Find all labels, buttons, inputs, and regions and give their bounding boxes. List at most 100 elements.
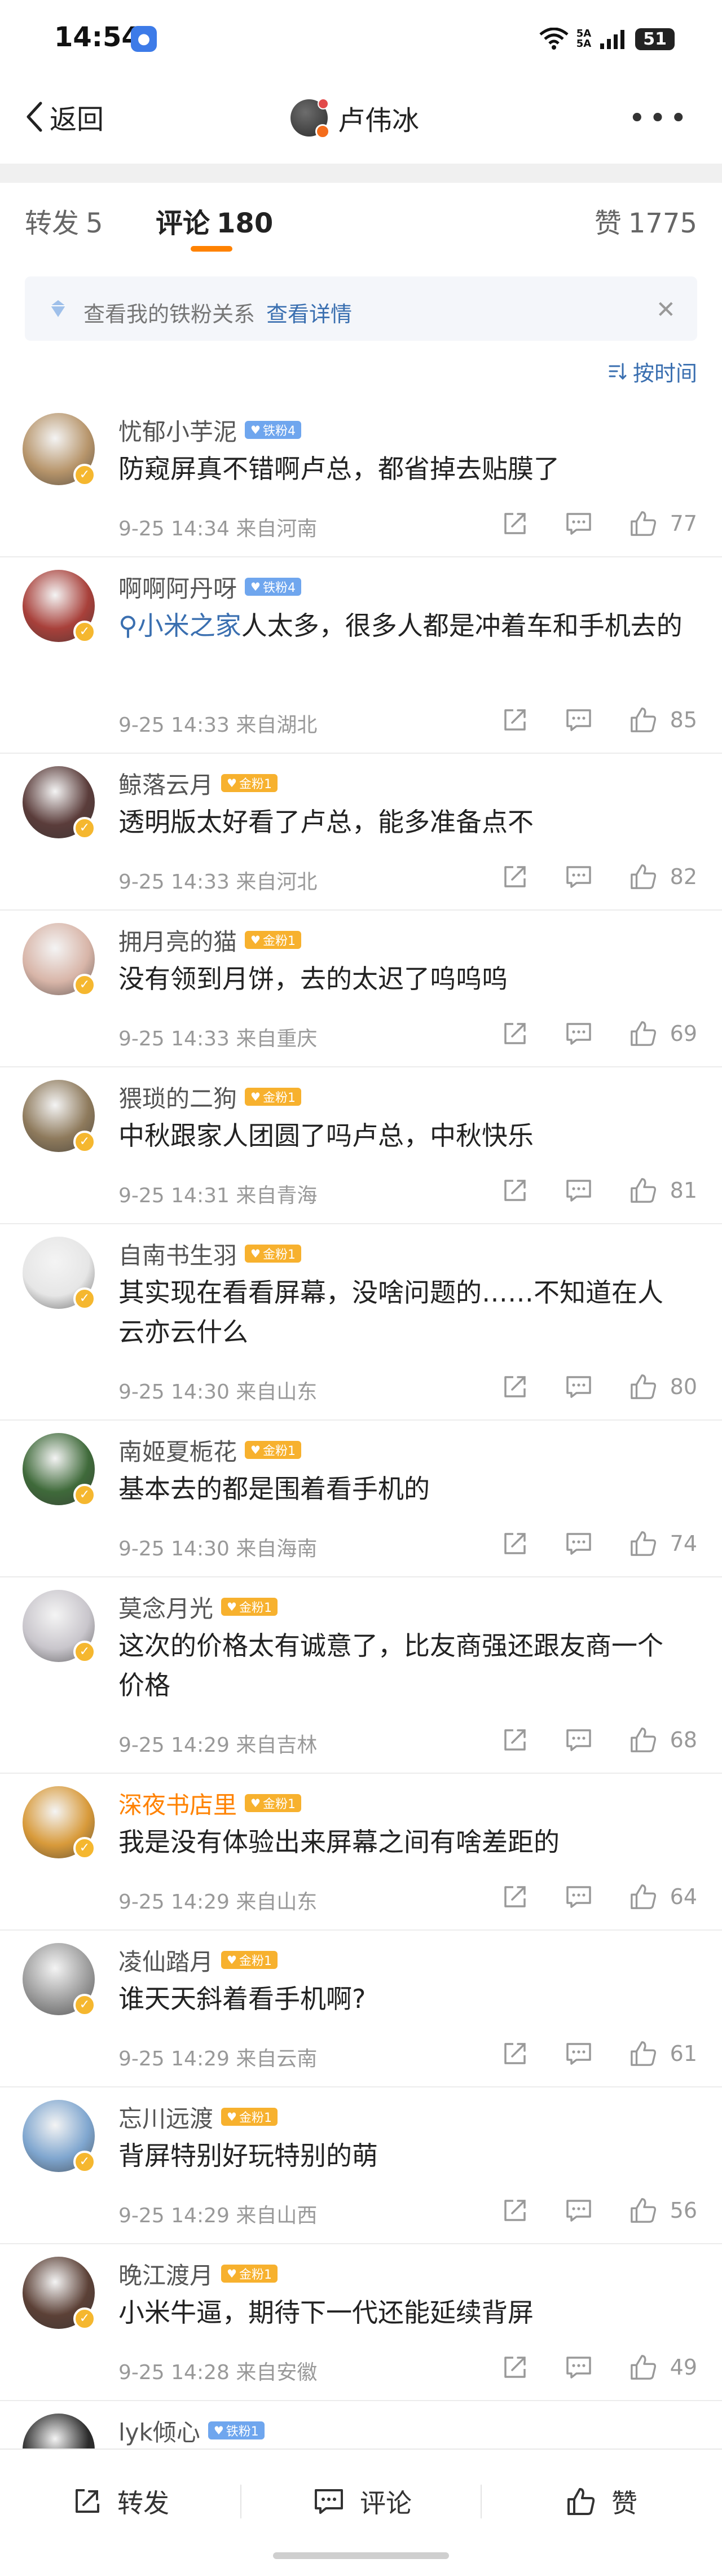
back-button[interactable]: 返回	[25, 97, 104, 137]
tab-comment[interactable]: 评论 180	[156, 201, 273, 240]
more-options-button[interactable]: •••	[628, 104, 690, 133]
comment-share-button[interactable]	[502, 1021, 528, 1047]
comment-actions: 77	[465, 507, 697, 540]
comment-item[interactable]: ✓ 猥琐的二狗 ♥ 金粉1 中秋跟家人团圆了吗卢总，中秋快乐 9-25 14:31 来自青…	[0, 1067, 722, 1224]
comment-share-button[interactable]	[502, 1531, 528, 1557]
comment-share-button[interactable]	[502, 864, 528, 890]
comment-like-button[interactable]: 82	[629, 863, 697, 890]
comment-like-button[interactable]: 69	[629, 1020, 697, 1047]
comment-author[interactable]: 啊啊阿丹呀	[118, 570, 237, 604]
comment-share-button[interactable]	[502, 1374, 528, 1400]
avatar[interactable]: ✓	[23, 1590, 96, 1663]
comment-author[interactable]: 晚江渡月	[118, 2257, 213, 2291]
comment-like-button[interactable]: 74	[629, 1530, 697, 1557]
comment-share-button[interactable]	[502, 2041, 528, 2067]
comment-author[interactable]: 猥琐的二狗	[118, 1080, 237, 1114]
comment-share-button[interactable]	[502, 2197, 528, 2223]
fan-relation-notice: 查看我的铁粉关系 查看详情 ✕	[25, 276, 697, 341]
topic-link[interactable]: ⚲小米之家	[118, 610, 241, 641]
comment-author[interactable]: 自南书生羽	[118, 1237, 237, 1271]
avatar[interactable]: ✓	[23, 766, 96, 839]
comment-author[interactable]: 忘川远渡	[118, 2100, 213, 2134]
comment-share-button[interactable]	[502, 707, 528, 733]
comment-like-button[interactable]: 64	[629, 1883, 697, 1910]
comment-author[interactable]: 鲸落云月	[118, 766, 213, 801]
sort-toggle[interactable]: 按时间	[608, 355, 697, 387]
comment-author-row: lyk倾心 ♥ 铁粉1	[118, 2414, 265, 2447]
comment-reply-button[interactable]	[565, 1531, 592, 1557]
repost-button[interactable]: 转发	[72, 2479, 169, 2524]
comment-author[interactable]: lyk倾心	[118, 2414, 200, 2448]
comment-item[interactable]: ✓ 南姬夏栀花 ♥ 金粉1 基本去的都是围着看手机的 9-25 14:30 来自海南 74	[0, 1421, 722, 1577]
comment-author[interactable]: 凌仙踏月	[118, 1943, 213, 1977]
avatar[interactable]: ✓	[23, 1080, 96, 1153]
comment-button[interactable]: 评论	[314, 2479, 412, 2524]
avatar[interactable]: ✓	[23, 2100, 96, 2173]
avatar[interactable]: ✓	[23, 1943, 96, 2016]
comment-reply-button[interactable]	[565, 707, 592, 733]
comment-location: 来自吉林	[236, 1734, 318, 1757]
notice-link[interactable]: 查看详情	[266, 302, 352, 327]
comment-share-button[interactable]	[502, 511, 528, 537]
avatar[interactable]: ✓	[23, 570, 96, 643]
comment-author[interactable]: 拥月亮的猫	[118, 923, 237, 957]
tab-repost[interactable]: 转发 5	[25, 201, 103, 240]
comment-location: 来自河南	[236, 517, 318, 540]
tab-like[interactable]: 赞 1775	[595, 201, 697, 240]
comment-like-button[interactable]: 77	[629, 510, 697, 537]
comment-share-button[interactable]	[502, 1727, 528, 1753]
page-title[interactable]: 卢伟冰	[290, 93, 419, 143]
comment-share-button[interactable]	[502, 2354, 528, 2380]
comment-reply-button[interactable]	[565, 2197, 592, 2223]
comment-reply-button[interactable]	[565, 2354, 592, 2380]
comment-author-row: 南姬夏栀花 ♥ 金粉1	[118, 1433, 301, 1467]
comment-text: 小米牛逼，期待下一代还能延续背屏	[118, 2297, 534, 2328]
comment-reply-button[interactable]	[565, 1374, 592, 1400]
comment-item[interactable]: ✓ 忘川远渡 ♥ 金粉1 背屏特别好玩特别的萌 9-25 14:29 来自山西 56	[0, 2087, 722, 2244]
comment-reply-button[interactable]	[565, 1177, 592, 1203]
comment-share-button[interactable]	[502, 1884, 528, 1910]
comment-item[interactable]: ✓ 啊啊阿丹呀 ♥ 铁粉4 ⚲小米之家人太多，很多人都是冲着车和手机去的 9-25 14:…	[0, 557, 722, 754]
heart-icon: ♥	[250, 580, 261, 594]
comment-item[interactable]: ✓ 凌仙踏月 ♥ 金粉1 谁天天斜着看手机啊? 9-25 14:29 来自云南 61	[0, 1931, 722, 2087]
comment-like-button[interactable]: 85	[629, 706, 697, 733]
comment-reply-button[interactable]	[565, 1727, 592, 1753]
heart-icon: ♥	[227, 2110, 237, 2124]
avatar[interactable]: ✓	[23, 1237, 96, 1310]
comment-author[interactable]: 忧郁小芋泥	[118, 413, 237, 447]
comment-share-button[interactable]	[502, 1177, 528, 1203]
comment-reply-button[interactable]	[565, 1884, 592, 1910]
comment-like-button[interactable]: 61	[629, 2040, 697, 2067]
like-button[interactable]: 赞	[566, 2479, 637, 2524]
comment-location: 来自海南	[236, 1537, 318, 1560]
comment-like-button[interactable]: 56	[629, 2197, 697, 2224]
avatar[interactable]: ✓	[23, 2257, 96, 2330]
comment-item[interactable]: ✓ 忧郁小芋泥 ♥ 铁粉4 防窥屏真不错啊卢总，都省掉去贴膜了 9-25 14:34 来自…	[0, 401, 722, 557]
comment-item[interactable]: ✓ 自南书生羽 ♥ 金粉1 其实现在看看屏幕，没啥问题的……不知道在人云亦云什么 9-25…	[0, 1224, 722, 1421]
comment-meta: 9-25 14:33 来自重庆	[118, 1022, 317, 1052]
comment-item[interactable]: ✓ 莫念月光 ♥ 金粉1 这次的价格太有诚意了，比友商强还跟友商一个价格 9-25 14:…	[0, 1577, 722, 1774]
comment-item[interactable]: ✓ 拥月亮的猫 ♥ 金粉1 没有领到月饼，去的太迟了呜呜呜 9-25 14:33 来自重庆…	[0, 911, 722, 1067]
heart-icon: ♥	[250, 1796, 261, 1810]
comment-item[interactable]: ✓ 深夜书店里 ♥ 金粉1 我是没有体验出来屏幕之间有啥差距的 9-25 14:29 来自…	[0, 1774, 722, 1931]
verified-badge-icon: ✓	[73, 621, 96, 643]
avatar[interactable]: ✓	[23, 413, 96, 486]
comment-author[interactable]: 深夜书店里	[118, 1786, 237, 1821]
comment-item[interactable]: ✓ 晚江渡月 ♥ 金粉1 小米牛逼，期待下一代还能延续背屏 9-25 14:28 来自安徽…	[0, 2244, 722, 2401]
section-divider	[0, 164, 722, 183]
comment-reply-button[interactable]	[565, 2041, 592, 2067]
avatar[interactable]: ✓	[23, 1433, 96, 1506]
avatar[interactable]: ✓	[23, 1786, 96, 1860]
avatar[interactable]: ✓	[23, 923, 96, 996]
comment-like-button[interactable]: 49	[629, 2354, 697, 2381]
comment-item[interactable]: ✓ 鲸落云月 ♥ 金粉1 透明版太好看了卢总，能多准备点不 9-25 14:33 来自河北…	[0, 754, 722, 911]
comment-reply-button[interactable]	[565, 864, 592, 890]
comment-author[interactable]: 莫念月光	[118, 1590, 213, 1624]
comment-author[interactable]: 南姬夏栀花	[118, 1433, 237, 1467]
comment-like-button[interactable]: 80	[629, 1373, 697, 1400]
comment-like-button[interactable]: 68	[629, 1726, 697, 1753]
close-icon[interactable]: ✕	[656, 296, 676, 323]
comment-like-button[interactable]: 81	[629, 1177, 697, 1204]
comment-reply-button[interactable]	[565, 1021, 592, 1047]
comment-reply-button[interactable]	[565, 511, 592, 537]
